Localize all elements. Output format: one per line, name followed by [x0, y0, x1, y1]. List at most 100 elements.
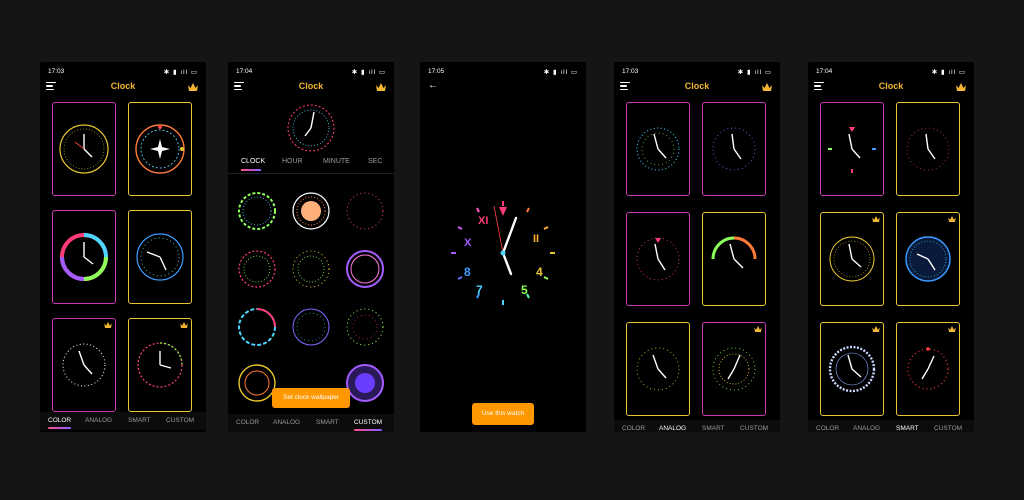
tab-analog[interactable]: ANALOG — [853, 425, 880, 432]
crown-icon — [754, 326, 762, 332]
clock-face-icon — [137, 342, 183, 388]
crown-icon — [104, 322, 112, 328]
back-arrow-icon[interactable]: ← — [428, 80, 438, 91]
clock-card[interactable] — [820, 102, 884, 196]
subtab-sec[interactable]: SEC — [368, 158, 382, 165]
clock-card[interactable] — [896, 212, 960, 306]
clock-dial-option[interactable] — [290, 190, 332, 232]
status-bar: 17:03 ✱ ▮ ıll ▭ — [614, 67, 780, 77]
status-time: 17:03 — [48, 68, 65, 75]
app-title: Clock — [110, 81, 136, 91]
clock-face-icon — [711, 236, 757, 269]
clock-card[interactable] — [626, 212, 690, 306]
status-bar: 17:04 ✱ ▮ ıll ▭ — [228, 67, 394, 77]
divider — [228, 173, 394, 174]
subtab-minute[interactable]: MINUTE — [323, 158, 350, 165]
tab-smart[interactable]: SMART — [128, 417, 151, 424]
crown-icon[interactable] — [188, 83, 198, 91]
clock-card[interactable] — [702, 102, 766, 196]
phone-screen-color: 17:03 ✱ ▮ ıll ▭ Clock COLOR ANALOG SMART… — [40, 62, 206, 432]
clock-dial-option[interactable] — [236, 306, 278, 348]
clock-face-icon — [60, 233, 108, 281]
clock-card[interactable] — [702, 322, 766, 416]
tab-analog[interactable]: ANALOG — [659, 425, 686, 432]
set-clock-wallpaper-button[interactable]: Set clock wallpaper — [272, 388, 350, 408]
clock-preview-icon — [287, 104, 335, 152]
tab-custom[interactable]: CUSTOM — [934, 425, 962, 432]
clock-card[interactable] — [52, 318, 116, 412]
subtab-underline — [241, 169, 261, 171]
tab-color[interactable]: COLOR — [622, 425, 645, 432]
clock-dial-option[interactable] — [290, 306, 332, 348]
status-bar: 17:03 ✱ ▮ ıll ▭ — [40, 67, 206, 77]
clock-card[interactable] — [626, 322, 690, 416]
use-this-watch-button[interactable]: Use this watch — [472, 403, 534, 425]
clock-card[interactable] — [626, 102, 690, 196]
clock-face-icon — [136, 233, 184, 281]
clock-face-icon — [905, 236, 951, 282]
status-icons: ✱ ▮ ıll ▭ — [163, 69, 198, 76]
numeral-ii: II — [533, 233, 539, 245]
clock-dial-option[interactable] — [344, 248, 386, 290]
tab-smart[interactable]: SMART — [316, 419, 339, 426]
crown-icon[interactable] — [956, 83, 966, 91]
numeral-4: 4 — [536, 265, 543, 279]
app-header: Clock — [614, 80, 780, 96]
clock-face-icon — [636, 347, 680, 391]
clock-dial-option[interactable] — [236, 248, 278, 290]
phone-screen-smart: 17:04 ✱ ▮ ıll ▭ Clock COLOR ANALOG SMART… — [808, 62, 974, 432]
crown-icon[interactable] — [376, 83, 386, 91]
tab-color[interactable]: COLOR — [236, 419, 259, 426]
bottom-tab-bar: COLOR ANALOG SMART CUSTOM — [40, 412, 206, 430]
status-time: 17:05 — [428, 68, 445, 75]
clock-face-icon — [59, 124, 109, 174]
status-time: 17:04 — [236, 68, 253, 75]
subtab-hour[interactable]: HOUR — [282, 158, 303, 165]
clock-dial-option[interactable] — [344, 190, 386, 232]
clock-card[interactable] — [702, 212, 766, 306]
clock-card[interactable] — [128, 210, 192, 304]
clock-dial-option[interactable] — [290, 248, 332, 290]
clock-face-icon — [62, 343, 106, 387]
clock-dial-option[interactable] — [344, 306, 386, 348]
tab-smart[interactable]: SMART — [702, 425, 725, 432]
clock-card[interactable] — [52, 102, 116, 196]
bottom-tab-bar: COLOR ANALOG SMART CUSTOM — [808, 420, 974, 432]
tab-custom[interactable]: CUSTOM — [166, 417, 194, 424]
status-icons: ✱ ▮ ıll ▭ — [737, 69, 772, 76]
clock-card[interactable] — [128, 102, 192, 196]
clock-face-icon — [906, 127, 950, 171]
clock-card[interactable] — [128, 318, 192, 412]
tab-color[interactable]: COLOR — [48, 417, 72, 429]
app-title: Clock — [684, 81, 710, 91]
clock-card[interactable] — [896, 102, 960, 196]
tab-custom[interactable]: CUSTOM — [354, 419, 383, 431]
clock-card[interactable] — [896, 322, 960, 416]
clock-face-icon — [829, 236, 875, 282]
status-time: 17:04 — [816, 68, 833, 75]
tab-color[interactable]: COLOR — [816, 425, 839, 432]
tab-analog[interactable]: ANALOG — [273, 419, 300, 426]
crown-icon — [872, 216, 880, 222]
numeral-5: 5 — [521, 283, 528, 297]
tab-smart[interactable]: SMART — [896, 425, 919, 432]
subtab-clock[interactable]: CLOCK — [241, 158, 265, 165]
clock-face-icon — [712, 127, 756, 171]
tab-analog[interactable]: ANALOG — [85, 417, 112, 424]
clock-dial-option[interactable] — [344, 362, 386, 404]
app-header: Clock — [228, 80, 394, 96]
clock-card[interactable] — [820, 212, 884, 306]
crown-icon — [948, 216, 956, 222]
crown-icon — [872, 326, 880, 332]
crown-icon — [180, 322, 188, 328]
status-icons: ✱ ▮ ıll ▭ — [351, 69, 386, 76]
clock-face-icon — [907, 347, 949, 390]
crown-icon[interactable] — [762, 83, 772, 91]
clock-dial-option[interactable] — [236, 190, 278, 232]
crown-icon — [948, 326, 956, 332]
clock-face-icon — [828, 127, 876, 173]
tab-custom[interactable]: CUSTOM — [740, 425, 768, 432]
clock-card[interactable] — [820, 322, 884, 416]
numeral-x: X — [464, 237, 472, 249]
clock-card[interactable] — [52, 210, 116, 304]
